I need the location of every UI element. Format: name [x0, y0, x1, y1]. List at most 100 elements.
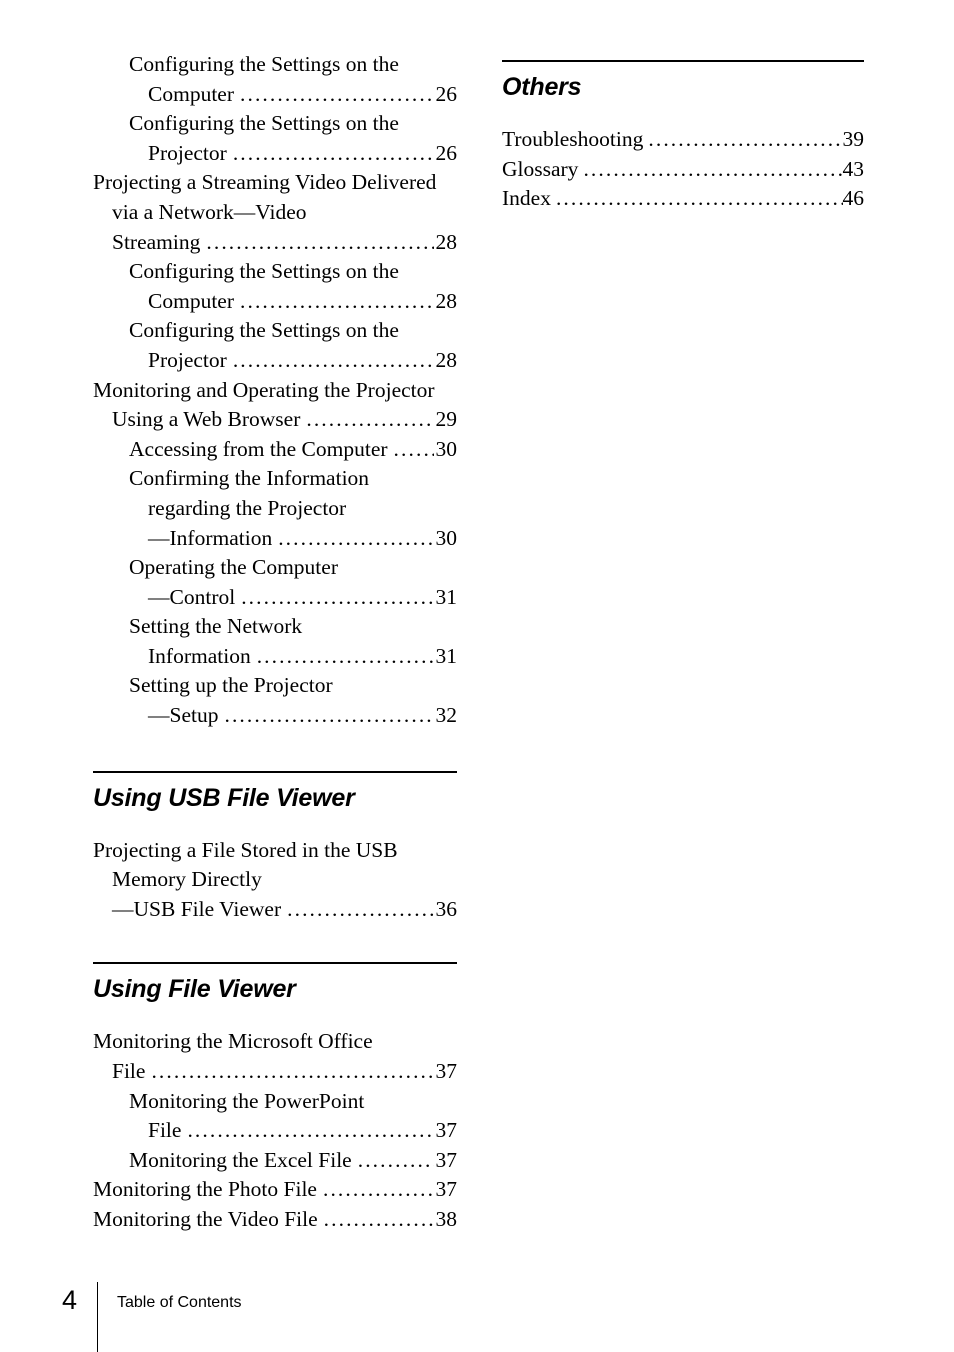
toc-entry[interactable]: Setting up the Projector —Setup..........…	[93, 671, 457, 730]
dot-leader: ........................................…	[232, 140, 434, 165]
toc-section: Using File Viewer Monitoring the Microsof…	[93, 962, 457, 1234]
toc-entry-page-number: 46	[842, 186, 865, 211]
dot-leader: ........................................…	[151, 1059, 433, 1084]
dot-leader: ........................................…	[583, 156, 842, 181]
toc-entry[interactable]: Setting the Network Information..........…	[93, 612, 457, 671]
toc-entry-page-number: 38	[435, 1207, 458, 1231]
toc-entry-terminal-line: Troubleshooting.........................…	[502, 125, 864, 155]
toc-section: Others Troubleshooting...................…	[502, 60, 864, 214]
toc-entry-title: Monitoring the Video File	[93, 1207, 318, 1231]
toc-entry[interactable]: Projecting a Streaming Video Delivered vi…	[93, 168, 457, 257]
toc-entry-title: Monitoring the Photo File	[93, 1177, 317, 1202]
toc-entry-terminal-line: Index...................................…	[502, 184, 864, 214]
toc-entry-title: —Information	[148, 525, 273, 550]
toc-entry-list: Projecting a File Stored in the USB Memor…	[93, 836, 457, 925]
toc-entry-terminal-line: Information.............................…	[93, 642, 457, 672]
toc-entry-line: Confirming the Information	[129, 466, 370, 491]
toc-entry[interactable]: Troubleshooting.........................…	[502, 125, 864, 155]
dot-leader: ........................................…	[240, 81, 434, 106]
toc-entry-page-number: 37	[435, 1059, 458, 1084]
toc-entry[interactable]: Monitoring the Photo File...............…	[93, 1175, 457, 1205]
toc-entry-line: via a Network—Video	[112, 199, 307, 224]
toc-entry-page-number: 30	[435, 436, 458, 461]
dot-leader: ........................................…	[306, 407, 434, 432]
footer-page-number: 4	[62, 1285, 78, 1315]
toc-entry[interactable]: Monitoring and Operating the Projector Us…	[93, 376, 457, 435]
toc-entry-terminal-line: Accessing from the Computer.............…	[93, 435, 457, 465]
section-heading: Others	[502, 73, 582, 101]
toc-entry-title: Using a Web Browser	[112, 407, 301, 432]
toc-entry-title: —Control	[148, 584, 236, 609]
toc-entry-page-number: 26	[435, 81, 458, 106]
toc-entry-terminal-line: File....................................…	[93, 1057, 457, 1087]
toc-entry-line: Configuring the Settings on the	[129, 52, 399, 76]
toc-entry[interactable]: Configuring the Settings on the Computer.…	[93, 50, 457, 109]
toc-entry-page-number: 26	[435, 140, 458, 165]
dot-leader: ........................................…	[256, 643, 434, 668]
dot-leader: ........................................…	[241, 584, 433, 609]
toc-entry-terminal-line: Streaming...............................…	[93, 228, 457, 258]
toc-entry-page-number: 37	[435, 1118, 458, 1143]
toc-column-left: Configuring the Settings on the Computer.…	[93, 50, 457, 1235]
page-footer: 4 Table of Contents	[0, 1282, 954, 1352]
toc-entry-title: Monitoring the Excel File	[129, 1147, 352, 1172]
toc-entry-line: Configuring the Settings on the	[129, 259, 399, 284]
toc-entry-line: regarding the Projector	[148, 495, 347, 520]
dot-leader: ........................................…	[357, 1147, 434, 1172]
toc-entry[interactable]: Monitoring the Microsoft Office File.....…	[93, 1027, 457, 1086]
toc-entry-list: Troubleshooting.........................…	[502, 125, 864, 214]
toc-entry-title: File	[112, 1059, 146, 1084]
toc-entry-line: Monitoring the Microsoft Office	[93, 1029, 373, 1054]
toc-entry-terminal-line: Computer................................…	[93, 287, 457, 317]
toc-entry[interactable]: Monitoring the PowerPoint File...........…	[93, 1087, 457, 1146]
toc-entry-title: Computer	[148, 81, 234, 106]
toc-entry[interactable]: Glossary................................…	[502, 155, 864, 185]
toc-entry[interactable]: Monitoring the Excel File...............…	[93, 1146, 457, 1176]
toc-entry-title: —USB File Viewer	[112, 896, 282, 921]
dot-leader: ........................................…	[187, 1118, 434, 1143]
toc-entry[interactable]: Configuring the Settings on the Computer.…	[93, 257, 457, 316]
toc-entry[interactable]: Monitoring the Video File...............…	[93, 1205, 457, 1235]
section-heading: Using USB File Viewer	[93, 783, 355, 812]
section-rule	[93, 770, 457, 773]
toc-entry-line: Configuring the Settings on the	[129, 318, 399, 343]
toc-entry-terminal-line: —Control................................…	[93, 583, 457, 613]
toc-entry-page-number: 36	[435, 896, 458, 921]
toc-entry[interactable]: Projecting a File Stored in the USB Memor…	[93, 836, 457, 925]
dot-leader: ........................................…	[240, 288, 434, 313]
toc-entry[interactable]: Index...................................…	[502, 184, 864, 214]
toc-entry-title: File	[148, 1118, 182, 1143]
toc-entry-line: Configuring the Settings on the	[129, 111, 399, 136]
toc-entry-line: Projecting a Streaming Video Delivered	[93, 170, 437, 195]
section-rule	[502, 60, 864, 62]
toc-entry-terminal-line: Using a Web Browser.....................…	[93, 405, 457, 435]
toc-entry-terminal-line: Monitoring the Photo File...............…	[93, 1175, 457, 1205]
toc-entry-page-number: 31	[435, 643, 458, 668]
toc-entry-line: Setting up the Projector	[129, 673, 333, 698]
footer-divider	[97, 1282, 98, 1352]
toc-entry[interactable]: Configuring the Settings on the Projector…	[93, 109, 457, 168]
dot-leader: ........................................…	[206, 229, 433, 254]
toc-entry[interactable]: Confirming the Information regarding the …	[93, 464, 457, 553]
toc-entry-title: Information	[148, 643, 251, 668]
toc-entry[interactable]: Accessing from the Computer.............…	[93, 435, 457, 465]
toc-entry-title: Computer	[148, 288, 234, 313]
dot-leader: ........................................…	[322, 1177, 434, 1202]
toc-entry-line: Memory Directly	[112, 867, 262, 892]
toc-entry-title: Projector	[148, 140, 227, 165]
toc-entry-page-number: 37	[435, 1177, 458, 1202]
toc-entry-page-number: 32	[435, 703, 458, 728]
dot-leader: ........................................…	[555, 186, 843, 211]
dot-leader: ........................................…	[648, 127, 843, 151]
toc-column-right: Others Troubleshooting...................…	[502, 50, 864, 214]
toc-entry-line: Operating the Computer	[129, 555, 338, 580]
toc-entry[interactable]: Configuring the Settings on the Projector…	[93, 316, 457, 375]
toc-entry-title: Troubleshooting	[502, 127, 644, 151]
toc-entry-page-number: 37	[435, 1147, 458, 1172]
toc-entry[interactable]: Operating the Computer —Control..........…	[93, 553, 457, 612]
toc-entry-page-number: 39	[842, 127, 865, 151]
toc-entry-line: Monitoring the PowerPoint	[129, 1088, 365, 1113]
dot-leader: ........................................…	[224, 703, 434, 728]
